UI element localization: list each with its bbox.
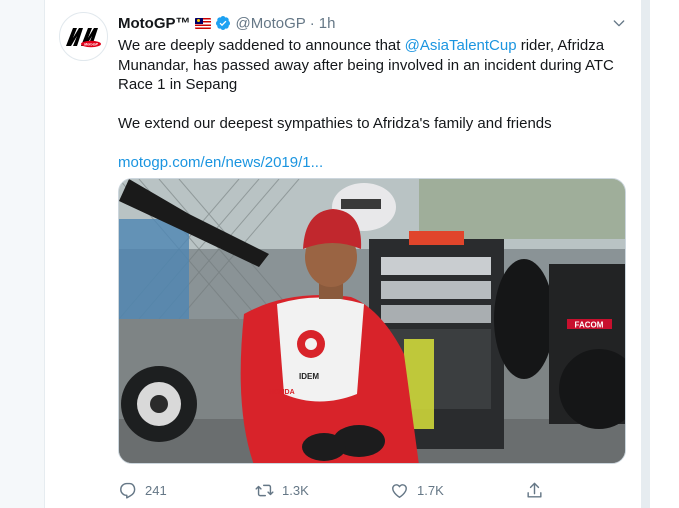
reply-count: 241 [145, 482, 167, 498]
reply-button[interactable]: 241 [118, 478, 167, 502]
retweet-button[interactable]: 1.3K [255, 478, 309, 502]
tweet-media-image[interactable]: FACOM IDEM HONDA [118, 178, 626, 464]
tweet-paragraph-2: We extend our deepest sympathies to Afri… [118, 115, 552, 132]
separator-dot: · [309, 14, 315, 32]
reply-icon [120, 482, 136, 499]
verified-badge-icon [215, 16, 230, 30]
leathers-logo: HONDA [269, 389, 295, 396]
retweet-icon [255, 484, 274, 496]
like-count: 1.7K [417, 482, 444, 498]
share-button[interactable] [525, 478, 544, 502]
heart-icon [392, 483, 407, 498]
tweet-card[interactable]: MotoGP MotoGP™ @MotoGP · 1h We are deepl… [44, 0, 642, 508]
rider-photo: FACOM IDEM HONDA [119, 179, 625, 463]
tweet-paragraph-1: We are deeply saddened to announce that … [118, 37, 614, 93]
news-link[interactable]: motogp.com/en/news/2019/1... [118, 154, 323, 171]
timestamp[interactable]: 1h [319, 15, 336, 32]
retweet-count: 1.3K [282, 482, 309, 498]
right-sidebar-edge [649, 0, 679, 508]
left-background [0, 0, 44, 508]
mention-link[interactable]: @AsiaTalentCup [405, 37, 517, 54]
facom-label: FACOM [575, 321, 604, 330]
leathers-brand: IDEM [299, 372, 319, 381]
svg-text:MotoGP: MotoGP [84, 42, 98, 46]
malaysia-flag-icon [194, 17, 211, 29]
tweet-actions: 241 1.3K 1.7K [118, 478, 626, 502]
display-name[interactable]: MotoGP™ [118, 15, 191, 32]
tweet-text: We are deeply saddened to announce that … [118, 36, 623, 173]
share-icon [527, 482, 542, 498]
like-button[interactable]: 1.7K [390, 478, 444, 502]
tweet-header: MotoGP™ @MotoGP · 1h [118, 12, 627, 34]
handle[interactable]: @MotoGP [236, 15, 306, 32]
avatar[interactable]: MotoGP [59, 12, 108, 61]
motogp-logo: MotoGP [65, 27, 101, 47]
chevron-down-icon[interactable] [611, 15, 627, 31]
